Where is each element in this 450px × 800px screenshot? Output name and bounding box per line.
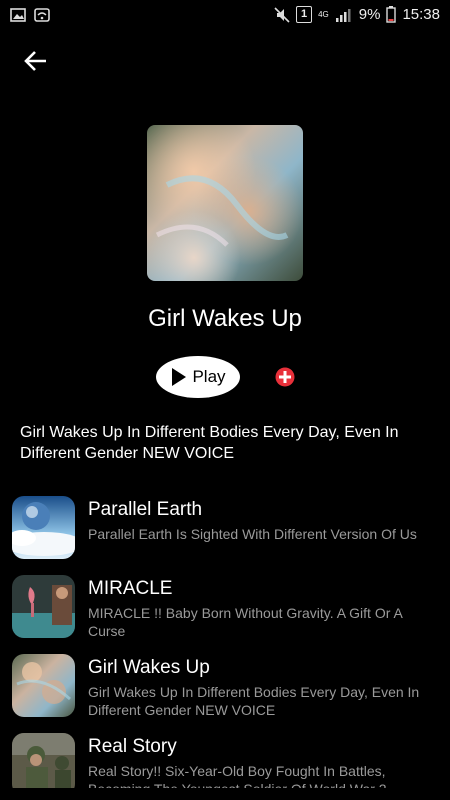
arrow-left-icon xyxy=(24,51,46,71)
playlist: Parallel Earth Parallel Earth Is Sighted… xyxy=(0,494,450,788)
add-button[interactable] xyxy=(275,367,295,387)
list-item-title: Parallel Earth xyxy=(88,499,203,520)
sim-badge: 1 xyxy=(296,6,313,23)
list-item-title: MIRACLE xyxy=(88,578,173,599)
track-description: Girl Wakes Up In Different Bodies Every … xyxy=(20,424,399,462)
list-item[interactable]: Real Story Real Story!! Six-Year-Old Boy… xyxy=(0,731,450,788)
list-item-subtitle: Parallel Earth Is Sighted With Different… xyxy=(88,526,417,542)
battery-percent: 9% xyxy=(358,6,381,23)
cover-art xyxy=(147,125,303,281)
play-icon xyxy=(172,368,187,386)
list-item-subtitle: Girl Wakes Up In Different Bodies Every … xyxy=(88,684,420,718)
clock: 15:38 xyxy=(402,6,440,23)
image-icon xyxy=(10,8,26,22)
list-item[interactable]: MIRACLE MIRACLE !! Baby Born Without Gra… xyxy=(0,573,450,643)
thumbnail xyxy=(12,496,75,559)
list-item-subtitle: Real Story!! Six-Year-Old Boy Fought In … xyxy=(88,763,387,788)
network-type: 4G xyxy=(318,9,329,19)
back-button[interactable] xyxy=(22,47,50,75)
thumbnail xyxy=(12,575,75,638)
plus-circle-icon xyxy=(275,367,295,387)
list-item-subtitle: MIRACLE !! Baby Born Without Gravity. A … xyxy=(88,605,403,639)
list-item[interactable]: Parallel Earth Parallel Earth Is Sighted… xyxy=(0,494,450,564)
status-bar: 1 4G 9% 15:38 xyxy=(0,0,450,32)
wifi-icon xyxy=(34,8,50,22)
play-label: Play xyxy=(192,367,226,386)
list-item[interactable]: Girl Wakes Up Girl Wakes Up In Different… xyxy=(0,652,450,722)
thumbnail xyxy=(12,654,75,717)
battery-icon xyxy=(386,6,397,23)
mute-icon xyxy=(274,6,290,23)
track-title: Girl Wakes Up xyxy=(148,305,302,332)
signal-icon xyxy=(335,8,351,22)
list-item-title: Real Story xyxy=(88,736,177,757)
play-button[interactable]: Play xyxy=(156,356,240,398)
thumbnail xyxy=(12,733,75,788)
list-item-title: Girl Wakes Up xyxy=(88,657,210,678)
